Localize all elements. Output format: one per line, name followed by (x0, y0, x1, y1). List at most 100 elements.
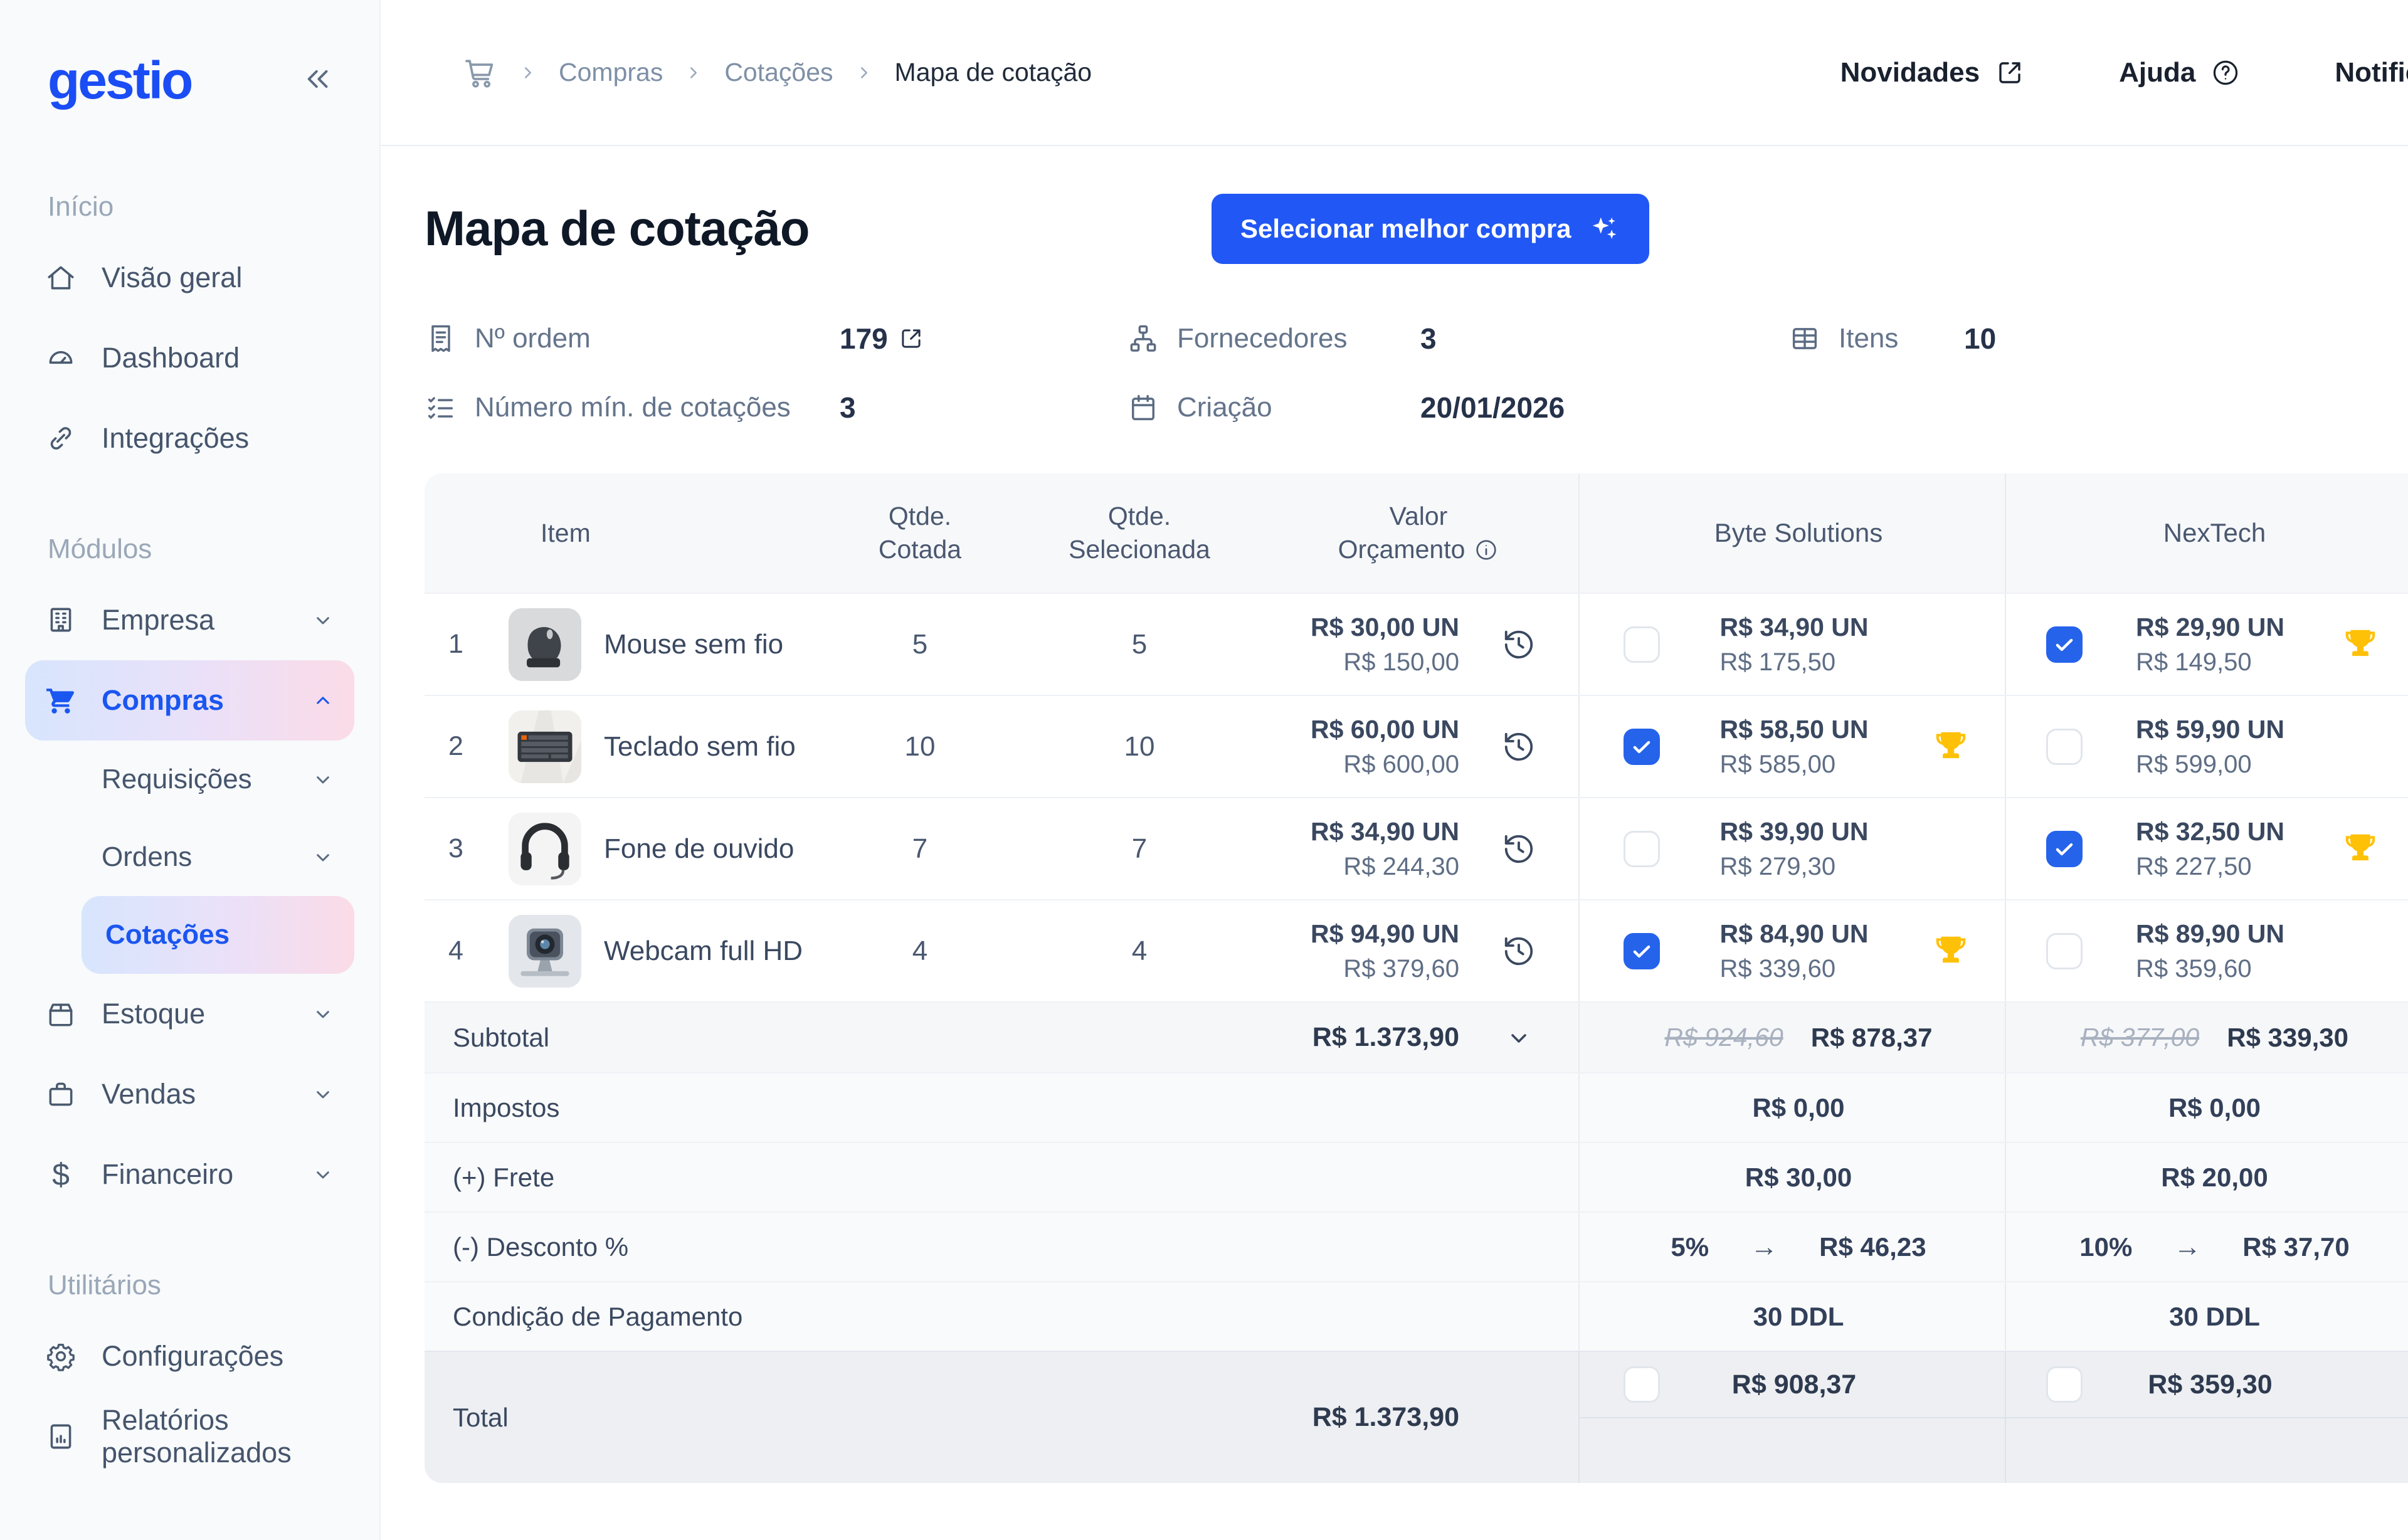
quote-price: R$ 29,90 UNR$ 149,50 (2136, 613, 2284, 677)
supplier-select-checkbox[interactable] (2046, 626, 2083, 663)
sidebar-item-financeiro[interactable]: $ Financeiro (25, 1134, 354, 1215)
page-content: Mapa de cotação Selecionar melhor compra… (381, 200, 2408, 1483)
subtotal-value: R$ 1.373,90 (1259, 1022, 1459, 1053)
item-number: 1 (425, 629, 487, 660)
sidebar-item-integracoes[interactable]: Integrações (25, 398, 354, 478)
qty-selected: 4 (1020, 936, 1259, 967)
col-header-budget: ValorOrçamento (1259, 500, 1578, 567)
arrow-right-icon: → (1750, 1231, 1778, 1263)
sidebar-item-dashboard[interactable]: Dashboard (25, 318, 354, 398)
ajuda-link[interactable]: Ajuda (2119, 57, 2241, 88)
discount-pct: 10% (2079, 1232, 2132, 1262)
sidebar-item-estoque[interactable]: Estoque (25, 974, 354, 1054)
breadcrumb-link-compras[interactable]: Compras (559, 58, 663, 87)
subtotal-expand-chevron[interactable] (1459, 1023, 1578, 1053)
total-row: Total R$ 1.373,90 R$ 908,37 (425, 1351, 2408, 1483)
item-number: 4 (425, 936, 487, 966)
item-name: Mouse sem fio (581, 629, 820, 660)
sidebar-item-label: Dashboard (102, 342, 335, 374)
table-row: 1 Mouse sem fio 5 5 R$ 30,00 UNR$ 150,00… (425, 593, 2408, 695)
sidebar-collapse-button[interactable] (299, 61, 335, 100)
chevron-down-icon (310, 767, 335, 792)
subtotal-row: Subtotal R$ 1.373,90 R$ 924,60 R$ 878,37… (425, 1001, 2408, 1072)
supplier-select-checkbox[interactable] (1624, 831, 1660, 867)
external-link-icon[interactable] (898, 325, 924, 352)
sidebar-item-visao-geral[interactable]: Visão geral (25, 238, 354, 318)
supplier-quote-cell: R$ 32,50 UNR$ 227,50 (2005, 798, 2408, 899)
breadcrumb-current: Mapa de cotação (895, 58, 1092, 87)
quote-map-table: Item Qtde.Cotada Qtde.Selecionada ValorO… (425, 473, 2408, 1483)
help-icon (2210, 58, 2241, 88)
meta-value: 20/01/2026 (1420, 391, 1565, 425)
sidebar-item-configuracoes[interactable]: Configurações (25, 1316, 354, 1396)
table-header-row: Item Qtde.Cotada Qtde.Selecionada ValorO… (425, 473, 2408, 593)
subtotal-previous: R$ 377,00 (2081, 1023, 2199, 1052)
supplier-total-value: R$ 359,30 (2083, 1369, 2338, 1400)
sidebar-item-label: Estoque (102, 998, 310, 1030)
subtotal-supplier-cell: R$ 377,00 R$ 339,30 (2005, 1003, 2408, 1072)
total-label: Total (425, 1403, 1259, 1433)
supplier-select-checkbox[interactable] (2046, 933, 2083, 969)
budget-value: R$ 94,90 UNR$ 379,60 (1259, 919, 1459, 983)
price-history-button[interactable] (1502, 832, 1536, 866)
subtotal-supplier-cell: R$ 924,60 R$ 878,37 (1578, 1003, 2005, 1072)
breadcrumb-link-cotacoes[interactable]: Cotações (724, 58, 833, 87)
sidebar-item-empresa[interactable]: Empresa (25, 580, 354, 660)
discount-row: (-) Desconto % 5%→R$ 46,23 10%→R$ 37,70 (425, 1211, 2408, 1281)
receipt-icon (425, 322, 457, 355)
chevron-down-icon (310, 1001, 335, 1026)
price-history-button[interactable] (1502, 934, 1536, 968)
sidebar-item-relatorios[interactable]: Relatórios personalizados (25, 1396, 354, 1477)
price-history-button[interactable] (1502, 628, 1536, 662)
supplier-total-checkbox[interactable] (2046, 1366, 2083, 1403)
check-icon (2052, 837, 2076, 861)
supplier-select-checkbox[interactable] (2046, 831, 2083, 867)
supplier-select-checkbox[interactable] (2046, 729, 2083, 765)
qty-quoted: 7 (820, 833, 1020, 865)
payment-terms-value: 30 DDL (1624, 1302, 1973, 1332)
best-price-trophy-icon (1928, 932, 1973, 971)
novidades-link[interactable]: Novidades (1840, 57, 2025, 88)
col-header-supplier-nextech: NexTech (2046, 518, 2383, 548)
chevron-right-icon (855, 63, 874, 82)
org-chart-icon (1127, 322, 1159, 355)
cart-icon (462, 55, 497, 90)
meta-label: Nº ordem (475, 323, 840, 354)
subtotal-current: R$ 339,30 (2227, 1023, 2348, 1053)
sidebar-item-label: Visão geral (102, 261, 335, 294)
main-area: Compras Cotações Mapa de cotação Novidad… (381, 0, 2408, 1540)
topbar: Compras Cotações Mapa de cotação Novidad… (381, 0, 2408, 146)
price-history-button[interactable] (1502, 730, 1536, 764)
dollar-icon: $ (44, 1158, 78, 1191)
quote-price: R$ 84,90 UNR$ 339,60 (1719, 919, 1868, 983)
sidebar-item-ordens[interactable]: Ordens (25, 818, 354, 896)
sidebar-item-vendas[interactable]: Vendas (25, 1054, 354, 1134)
supplier-select-checkbox[interactable] (1624, 626, 1660, 663)
meta-label: Itens (1839, 323, 1964, 354)
sidebar-item-compras[interactable]: Compras (25, 660, 354, 741)
arrow-right-icon: → (2173, 1231, 2201, 1263)
history-icon (1502, 730, 1536, 764)
chevron-right-icon (684, 63, 703, 82)
notificacoes-link[interactable]: Notificações (2335, 57, 2408, 88)
item-name: Teclado sem fio (581, 731, 820, 762)
sidebar-nav: Início Visão geral Dashboard Integrações… (0, 191, 379, 1477)
supplier-total-checkbox[interactable] (1624, 1366, 1660, 1403)
select-best-purchase-button[interactable]: Selecionar melhor compra (1212, 194, 1649, 264)
sidebar-item-cotacoes[interactable]: Cotações (82, 896, 354, 974)
calendar-icon (1127, 391, 1159, 424)
chevron-up-icon (310, 688, 335, 713)
supplier-select-checkbox[interactable] (1624, 933, 1660, 969)
meta-min-quotes: Número mín. de cotações 3 (425, 391, 1127, 425)
sidebar-item-label: Relatórios personalizados (102, 1404, 335, 1469)
meta-created: Criação 20/01/2026 (1127, 391, 1788, 425)
sidebar-item-label: Configurações (102, 1340, 335, 1373)
meta-suppliers: Fornecedores 3 (1127, 322, 1788, 356)
info-icon[interactable] (1474, 537, 1499, 562)
sidebar-item-label: Financeiro (102, 1158, 310, 1191)
best-price-trophy-icon (2338, 830, 2383, 868)
supplier-select-checkbox[interactable] (1624, 729, 1660, 765)
sidebar-item-requisicoes[interactable]: Requisições (25, 741, 354, 818)
supplier-quote-cell: R$ 59,90 UNR$ 599,00 (2005, 696, 2408, 797)
history-icon (1502, 934, 1536, 968)
